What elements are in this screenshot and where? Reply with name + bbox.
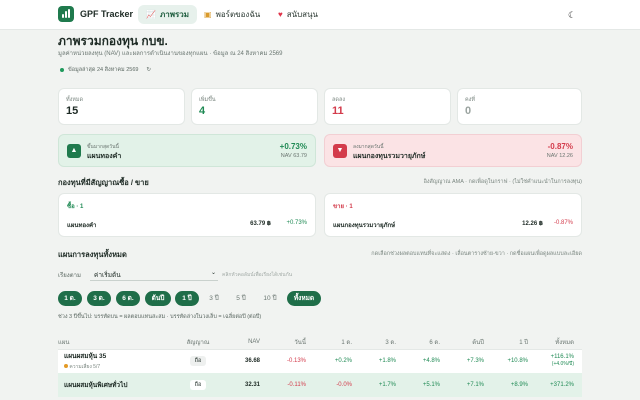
arrow-down-icon: ▼ — [333, 144, 347, 158]
plan-name[interactable]: แผนผสมหุ้น 35 — [64, 351, 174, 361]
period-1y[interactable]: 1 ปี — [175, 291, 199, 306]
period-ytd[interactable]: ต้นปี — [145, 291, 171, 306]
status-dot-icon — [60, 68, 64, 72]
sort-select[interactable]: ค่าเริ่มต้น ⌄ — [90, 266, 218, 281]
sort-label: เรียงตาม — [58, 273, 81, 279]
period-6m[interactable]: 6 ด. — [116, 291, 140, 306]
signals-title: กองทุนที่มีสัญญาณซื้อ / ขาย — [58, 178, 149, 187]
signals-note: อิงสัญญาณ AMA · กดเพื่อดูในกราฟ · (ไม่ใช… — [423, 179, 582, 185]
period-5y[interactable]: 5 ปี — [230, 291, 252, 306]
nav-support[interactable]: ♥ สนับสนุน — [270, 5, 326, 24]
top-loser-card[interactable]: ▼ ลงมากสุดวันนี้ แผนกองทุนรวมวายุภักษ์ -0… — [324, 134, 582, 167]
period-all[interactable]: ทั้งหมด — [287, 291, 321, 306]
signal-badge: ถือ — [189, 356, 207, 367]
period-3y[interactable]: 3 ปี — [203, 291, 225, 306]
plans-table: แผน สัญญาณ NAV วันนี้ 1 ด. 3 ด. 6 ด. ต้น… — [58, 335, 582, 397]
chevron-down-icon: ⌄ — [210, 270, 216, 276]
plans-title: แผนการลงทุนทั้งหมด — [58, 250, 127, 259]
buy-signal-card[interactable]: ซื้อ · 1 แผนทองคำ 63.79 ฿ +0.73% — [58, 193, 316, 237]
period-legend: ช่วง 3 ปีขึ้นไป: บรรทัดบน = ผลตอบแทนสะสม… — [58, 314, 262, 320]
sort-hint: คลิกหัวคอลัมน์เพื่อเรียงได้เช่นกัน — [222, 272, 293, 278]
logo-icon — [58, 6, 74, 22]
risk-dot-icon — [64, 364, 68, 369]
brand-name: GPF Tracker — [80, 9, 134, 19]
stat-up: เพิ่มขึ้น 4 — [191, 88, 318, 125]
col-today[interactable]: วันนี้ — [268, 335, 314, 350]
col-1m[interactable]: 1 ด. — [314, 335, 360, 350]
plan-name[interactable]: แผนผสมหุ้นพิเศษทั่วไป — [64, 380, 174, 390]
top-gainer-card[interactable]: ▲ ขึ้นมากสุดวันนี้ แผนทองคำ +0.73% NAV 63.… — [58, 134, 316, 167]
signal-badge: ถือ — [189, 380, 207, 390]
col-3m[interactable]: 3 ด. — [360, 335, 404, 350]
col-nav[interactable]: NAV — [222, 335, 268, 350]
refresh-icon[interactable]: ↻ — [146, 67, 151, 73]
col-all[interactable]: ทั้งหมด — [536, 335, 582, 350]
table-row[interactable]: แผนผสมหุ้นพิเศษทั่วไป ถือ 32.31 -0.11% -… — [58, 373, 582, 397]
period-1m[interactable]: 1 ด. — [58, 291, 82, 306]
arrow-up-icon: ▲ — [67, 144, 81, 158]
col-ytd[interactable]: ต้นปี — [448, 335, 492, 350]
sell-signal-card[interactable]: ขาย · 1 แผนกองทุนรวมวายุภักษ์ 12.26 ฿ -0… — [324, 193, 582, 237]
moon-icon[interactable]: ☾ — [566, 9, 578, 21]
col-1y[interactable]: 1 ปี — [492, 335, 536, 350]
nav-portfolio[interactable]: ▣ พอร์ตของฉัน — [196, 5, 268, 24]
plans-note: กดเลือกช่วงผลตอบแทนที่จะแสดง · เลื่อนตาร… — [371, 251, 582, 257]
last-updated: ข้อมูลล่าสุด 24 สิงหาคม 2569 ↻ — [60, 66, 151, 74]
page-subtitle: มูลค่าหน่วยลงทุน (NAV) และผลการดำเนินงาน… — [58, 51, 283, 57]
stat-down: ลดลง 11 — [324, 88, 451, 125]
top-bar: GPF Tracker 📈 ภาพรวม ▣ พอร์ตของฉัน ♥ สนับสน… — [0, 0, 640, 30]
stat-total: ทั้งหมด 15 — [58, 88, 185, 125]
col-6m[interactable]: 6 ด. — [404, 335, 448, 350]
period-3m[interactable]: 3 ด. — [87, 291, 111, 306]
wallet-icon: ▣ — [204, 10, 212, 19]
nav-overview[interactable]: 📈 ภาพรวม — [138, 5, 198, 24]
stat-flat: คงที่ 0 — [457, 88, 582, 125]
heart-icon: ♥ — [278, 10, 283, 19]
col-signal[interactable]: สัญญาณ — [182, 335, 222, 350]
chart-line-icon: 📈 — [146, 10, 156, 19]
table-header-row: แผน สัญญาณ NAV วันนี้ 1 ด. 3 ด. 6 ด. ต้น… — [58, 335, 582, 350]
period-10y[interactable]: 10 ปี — [257, 291, 283, 306]
col-plan[interactable]: แผน — [58, 335, 182, 350]
table-row[interactable]: แผนผสมหุ้น 35 ความเสี่ยง 5/7 ถือ 36.68 -… — [58, 349, 582, 373]
